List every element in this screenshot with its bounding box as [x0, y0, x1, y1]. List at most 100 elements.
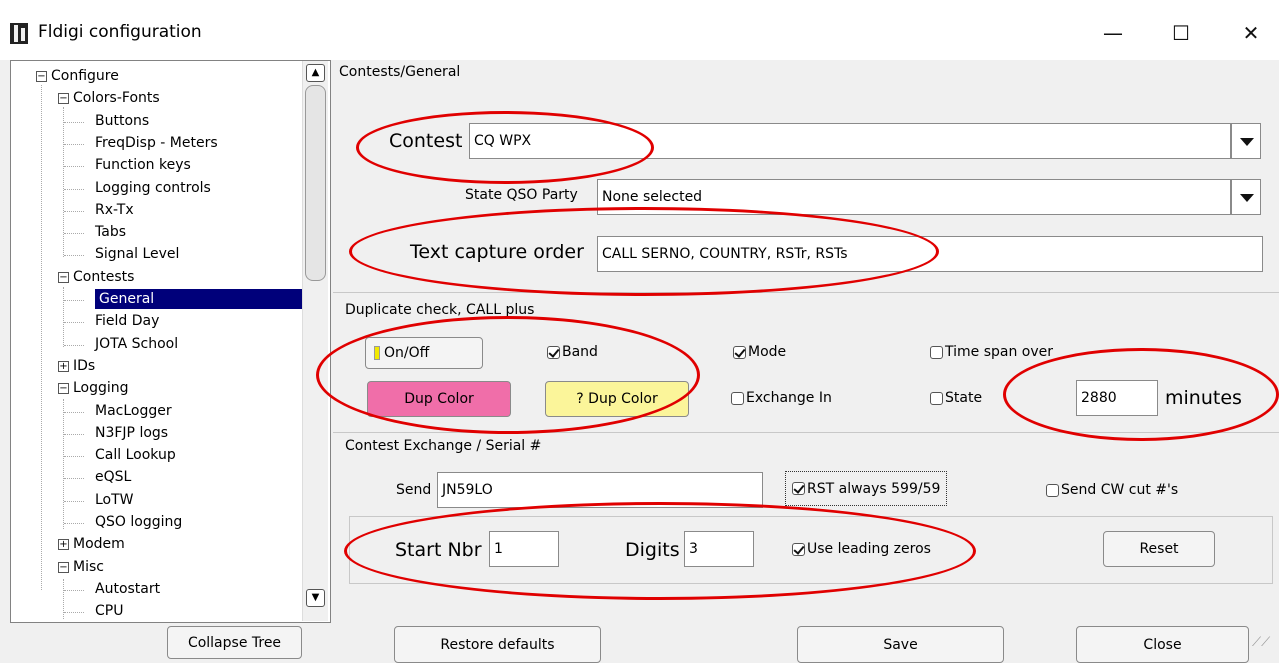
- tree-item-modem[interactable]: Modem: [73, 534, 125, 554]
- contests-general-panel: Contests/General Contest CQ WPX State QS…: [333, 60, 1279, 623]
- contest-label: Contest: [389, 130, 463, 152]
- scrollbar-thumb[interactable]: [305, 85, 326, 281]
- state-qso-party-select[interactable]: None selected: [597, 179, 1231, 215]
- state-check-icon: [930, 391, 943, 405]
- tree-item-label: Tabs: [95, 224, 126, 241]
- contest-select[interactable]: CQ WPX: [469, 123, 1231, 159]
- window-title: Fldigi configuration: [38, 22, 202, 42]
- tree-item-eqsl[interactable]: eQSL: [95, 467, 131, 487]
- resize-grip-icon[interactable]: ⟋⟋: [1252, 635, 1270, 650]
- tree-item-general[interactable]: General: [95, 289, 319, 309]
- dup-onoff-label: On/Off: [384, 345, 430, 361]
- collapse-icon[interactable]: −: [58, 561, 69, 573]
- tree-item-tabs[interactable]: Tabs: [95, 222, 126, 242]
- collapse-tree-button[interactable]: Collapse Tree: [167, 626, 302, 659]
- tree-item-logging-controls[interactable]: Logging controls: [95, 178, 211, 198]
- tree-item-label: N3FJP logs: [95, 424, 169, 441]
- tree-item-label: Buttons: [95, 112, 150, 129]
- collapse-icon[interactable]: −: [58, 271, 69, 283]
- dup-color-button[interactable]: Dup Color: [367, 381, 511, 417]
- config-window: Fldigi configuration — ☐ ✕ − Configure − Co…: [0, 0, 1279, 663]
- rst-always-checkbox[interactable]: RST always 599/59: [785, 471, 948, 506]
- config-tree[interactable]: − Configure − Colors-Fonts Buttons FreqDisp -…: [10, 60, 331, 623]
- tree-item-jota-school[interactable]: JOTA School: [95, 334, 178, 354]
- tree-item-label: Misc: [73, 558, 104, 575]
- tree-item-cpu[interactable]: CPU: [95, 601, 123, 621]
- tree-item-lotw[interactable]: LoTW: [95, 490, 134, 510]
- send-exchange-input[interactable]: JN59LO: [437, 472, 763, 508]
- tree-item-maclogger[interactable]: MacLogger: [95, 401, 172, 421]
- mode-checkbox[interactable]: Mode: [733, 344, 786, 360]
- tree-item-label: Rx-Tx: [95, 201, 134, 218]
- fldigi-app-icon: [10, 23, 28, 44]
- start-nbr-input[interactable]: 1: [489, 531, 559, 567]
- tree-item-label: QSO logging: [95, 514, 183, 530]
- contest-dropdown-arrow-icon[interactable]: [1231, 123, 1261, 159]
- state-qso-party-dropdown-arrow-icon[interactable]: [1231, 179, 1261, 215]
- digits-input[interactable]: 3: [684, 531, 754, 567]
- tree-item-logging[interactable]: Logging: [73, 378, 129, 398]
- tree-connector: [41, 85, 42, 590]
- tree-item-signal-level[interactable]: Signal Level: [95, 244, 179, 264]
- maximize-button[interactable]: ☐: [1158, 18, 1204, 48]
- tree-item-label: Call Lookup: [95, 447, 176, 464]
- tree-connector: [64, 188, 84, 190]
- tree-item-field-day[interactable]: Field Day: [95, 311, 159, 331]
- tree-connector: [63, 107, 64, 257]
- collapse-icon[interactable]: −: [58, 93, 69, 105]
- minimize-button[interactable]: —: [1090, 18, 1136, 48]
- state-checkbox[interactable]: State: [930, 390, 982, 406]
- expand-icon[interactable]: +: [58, 360, 69, 372]
- tree-connector: [64, 344, 84, 346]
- tree-item-call-lookup[interactable]: Call Lookup: [95, 445, 176, 465]
- tree-item-label: General: [95, 289, 319, 309]
- tree-item-configure[interactable]: Configure: [51, 66, 119, 86]
- leading-zeros-check-icon: [792, 542, 805, 556]
- tree-item-label: Contests: [73, 268, 135, 285]
- rst-always-check-icon: [792, 482, 805, 495]
- tree-item-colors-fonts[interactable]: Colors-Fonts: [73, 88, 160, 108]
- close-window-button[interactable]: ✕: [1228, 18, 1274, 48]
- tree-item-ids[interactable]: IDs: [73, 356, 95, 376]
- tree-item-qso-logging[interactable]: QSO logging: [95, 512, 182, 532]
- tree-item-freqdisp-meters[interactable]: FreqDisp - Meters: [95, 133, 218, 153]
- question-dup-color-button[interactable]: ? Dup Color: [545, 381, 689, 417]
- band-checkbox[interactable]: Band: [547, 344, 598, 360]
- tree-item-n3fjp-logs[interactable]: N3FJP logs: [95, 423, 168, 443]
- timespan-label: Time span over: [945, 344, 1054, 360]
- tree-item-label: CPU: [95, 603, 124, 620]
- exchange-heading: Contest Exchange / Serial #: [345, 438, 542, 454]
- collapse-icon[interactable]: −: [36, 71, 47, 82]
- text-capture-order-input[interactable]: CALL SERNO, COUNTRY, RSTr, RSTs: [597, 236, 1263, 272]
- panel-heading: Contests/General: [339, 64, 461, 80]
- scroll-down-arrow-icon[interactable]: ▼: [306, 589, 325, 607]
- save-button[interactable]: Save: [797, 626, 1004, 663]
- collapse-icon[interactable]: −: [58, 383, 69, 395]
- tree-item-label: IDs: [73, 357, 96, 374]
- tree-item-label: LoTW: [95, 491, 134, 508]
- dup-onoff-button[interactable]: On/Off: [365, 337, 483, 369]
- timespan-minutes-input[interactable]: 2880: [1076, 380, 1158, 416]
- rst-always-label: RST always 599/59: [807, 480, 941, 497]
- tree-item-misc[interactable]: Misc: [73, 557, 104, 577]
- tree-item-buttons[interactable]: Buttons: [95, 111, 149, 131]
- close-button[interactable]: Close: [1076, 626, 1249, 663]
- tree-item-rx-tx[interactable]: Rx-Tx: [95, 200, 134, 220]
- tree-item-label: Logging: [73, 380, 129, 397]
- exchange-in-checkbox[interactable]: Exchange In: [731, 390, 832, 406]
- leading-zeros-checkbox[interactable]: Use leading zeros: [792, 541, 931, 557]
- timespan-checkbox[interactable]: Time span over: [930, 344, 1053, 360]
- send-cw-cut-checkbox[interactable]: Send CW cut #'s: [1046, 482, 1178, 498]
- restore-defaults-button[interactable]: Restore defaults: [394, 626, 601, 663]
- tree-scrollbar[interactable]: ▲ ▼: [302, 61, 328, 621]
- scroll-up-arrow-icon[interactable]: ▲: [306, 64, 325, 82]
- tree-item-autostart[interactable]: Autostart: [95, 579, 160, 599]
- tree-item-contests[interactable]: Contests: [73, 267, 134, 287]
- tree-item-label: Configure: [51, 68, 119, 84]
- dup-check-heading: Duplicate check, CALL plus: [345, 302, 535, 318]
- tree-item-function-keys[interactable]: Function keys: [95, 155, 191, 175]
- expand-icon[interactable]: +: [58, 539, 69, 551]
- start-nbr-label: Start Nbr: [395, 539, 482, 561]
- reset-serial-button[interactable]: Reset: [1103, 531, 1215, 567]
- band-label: Band: [562, 344, 598, 360]
